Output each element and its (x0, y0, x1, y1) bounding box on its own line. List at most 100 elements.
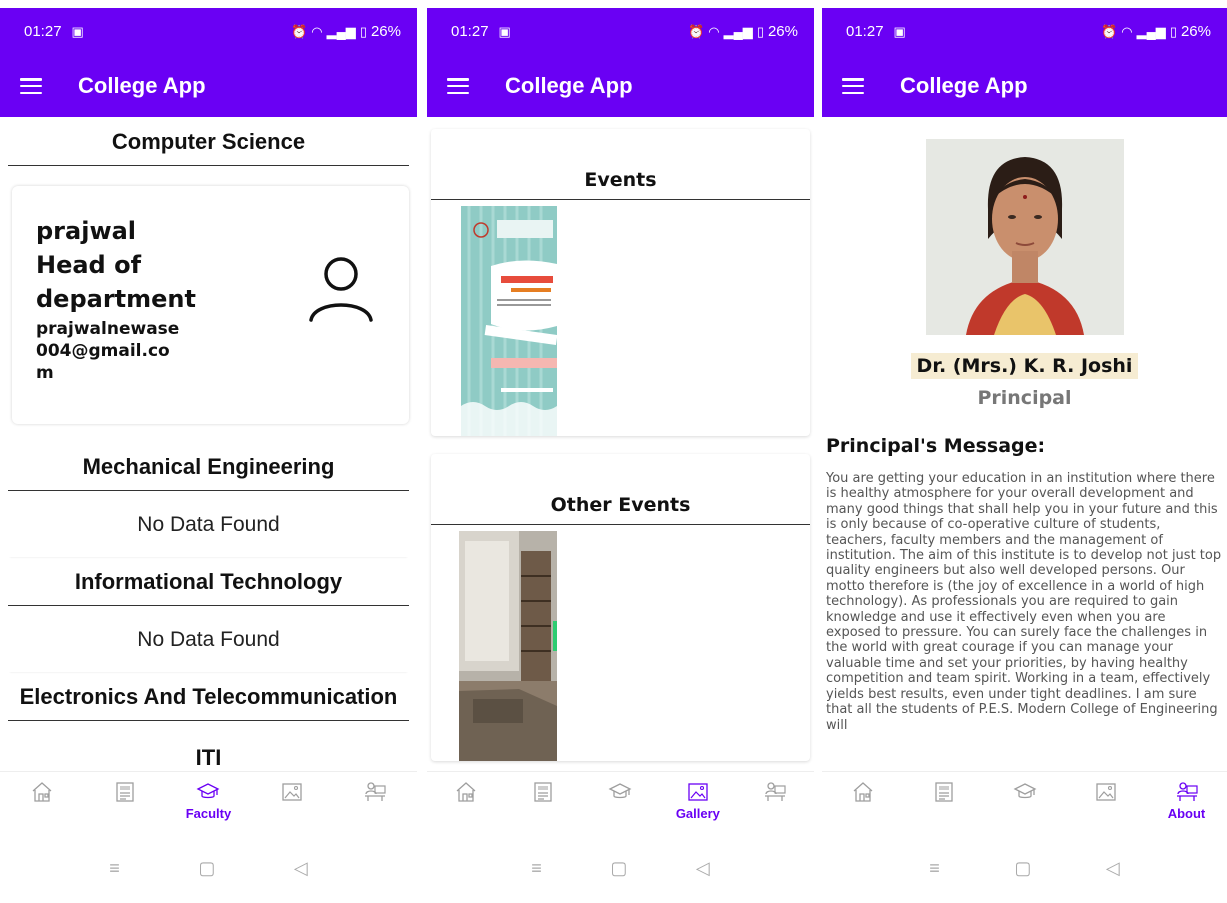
back-button[interactable]: ◁ (696, 858, 710, 879)
alarm-icon: ⏰ (688, 24, 705, 39)
home-button[interactable]: ▢ (610, 858, 627, 879)
gallery-section-title: Events (431, 129, 810, 200)
about-icon (363, 780, 387, 804)
faculty-icon (1013, 780, 1037, 804)
battery-icon: ▯ (1169, 24, 1177, 39)
signal-icon: ▂▄▆ (723, 24, 753, 39)
menu-icon[interactable] (20, 78, 42, 94)
nav-about-label: About (1167, 806, 1206, 821)
nav-faculty[interactable]: Faculty (178, 780, 238, 821)
principal-photo (925, 139, 1124, 335)
nav-about[interactable]: About (1157, 780, 1217, 821)
event-poster-image[interactable] (461, 206, 557, 436)
status-bar: 01:27 ▣ ⏰ ◠ ▂▄▆ ▯ 26% (427, 8, 814, 55)
nav-about[interactable] (345, 780, 405, 804)
wifi-icon: ◠ (1121, 24, 1133, 39)
home-button[interactable]: ▢ (198, 858, 215, 879)
battery-icon: ▯ (359, 24, 367, 39)
principal-name: Dr. (Mrs.) K. R. Joshi (910, 353, 1139, 379)
nav-gallery-label: Gallery (675, 806, 720, 821)
wifi-icon: ◠ (708, 24, 720, 39)
back-button[interactable]: ◁ (294, 858, 308, 879)
menu-icon[interactable] (447, 78, 469, 94)
no-data-message: No Data Found (8, 491, 409, 557)
notification-icon: ▣ (71, 24, 84, 39)
gallery-section: Events (431, 129, 810, 436)
nav-faculty-label: Faculty (185, 806, 232, 821)
status-time: 01:27 (451, 23, 489, 40)
home-icon (454, 780, 478, 804)
signal-icon: ▂▄▆ (326, 24, 356, 39)
app-bar: College App (0, 55, 417, 117)
nav-home[interactable] (833, 780, 893, 804)
faculty-screen: 01:27 ▣ ⏰ ◠ ▂▄▆ ▯ 26% College App Comput… (0, 8, 417, 903)
department-title: Electronics And Telecommunication (8, 672, 409, 721)
nav-about[interactable] (745, 780, 805, 804)
alarm-icon: ⏰ (1101, 24, 1118, 39)
gallery-section-title: Other Events (431, 454, 810, 525)
nav-home[interactable] (12, 780, 72, 804)
nav-gallery[interactable] (1076, 780, 1136, 804)
faculty-icon (608, 780, 632, 804)
faculty-list[interactable]: Computer Science prajwal Head of departm… (0, 117, 417, 771)
principal-role: Principal (977, 387, 1072, 409)
department-title: Computer Science (8, 117, 409, 166)
status-time: 01:27 (846, 23, 884, 40)
gallery-icon (280, 780, 304, 804)
message-body: You are getting your education in an ins… (826, 471, 1222, 733)
alarm-icon: ⏰ (291, 24, 308, 39)
system-navigation: ≡ ▢ ◁ (427, 833, 814, 903)
recent-apps-button[interactable]: ≡ (109, 858, 120, 879)
faculty-icon (196, 780, 220, 804)
nav-news[interactable] (95, 780, 155, 804)
notification-icon: ▣ (498, 24, 511, 39)
notification-icon: ▣ (893, 24, 906, 39)
about-icon (763, 780, 787, 804)
bottom-navigation: Faculty (0, 771, 417, 833)
nav-faculty[interactable] (590, 780, 650, 804)
app-title: College App (900, 73, 1028, 98)
bottom-navigation: Gallery (427, 771, 814, 833)
status-time: 01:27 (24, 23, 62, 40)
faculty-email: prajwalnewase004@gmail.com (36, 319, 180, 383)
status-bar: 01:27 ▣ ⏰ ◠ ▂▄▆ ▯ 26% (822, 8, 1227, 55)
faculty-card[interactable]: prajwal Head of department prajwalnewase… (12, 186, 409, 424)
app-bar: College App (822, 55, 1227, 117)
faculty-name: prajwal (36, 217, 137, 245)
menu-icon[interactable] (842, 78, 864, 94)
news-icon (932, 780, 956, 804)
news-icon (113, 780, 137, 804)
nav-gallery[interactable]: Gallery (668, 780, 728, 821)
nav-news[interactable] (513, 780, 573, 804)
department-title: ITI (195, 745, 222, 770)
gallery-icon (686, 780, 710, 804)
message-title: Principal's Message: (826, 435, 1046, 457)
gallery-icon (1094, 780, 1118, 804)
recent-apps-button[interactable]: ≡ (929, 858, 940, 879)
no-data-message: No Data Found (8, 606, 409, 672)
nav-gallery[interactable] (262, 780, 322, 804)
gallery-section: Other Events (431, 454, 810, 761)
back-button[interactable]: ◁ (1106, 858, 1120, 879)
signal-icon: ▂▄▆ (1136, 24, 1166, 39)
app-title: College App (505, 73, 633, 98)
about-screen: 01:27 ▣ ⏰ ◠ ▂▄▆ ▯ 26% College App Dr. (M… (822, 8, 1227, 903)
department-title: Mechanical Engineering (8, 442, 409, 491)
app-bar: College App (427, 55, 814, 117)
gallery-list[interactable]: Events Other Events (427, 117, 814, 771)
nav-home[interactable] (436, 780, 496, 804)
gallery-screen: 01:27 ▣ ⏰ ◠ ▂▄▆ ▯ 26% College App Events (427, 8, 814, 903)
bottom-navigation: About (822, 771, 1227, 833)
recent-apps-button[interactable]: ≡ (531, 858, 542, 879)
battery-icon: ▯ (756, 24, 764, 39)
nav-faculty[interactable] (995, 780, 1055, 804)
nav-news[interactable] (914, 780, 974, 804)
system-navigation: ≡ ▢ ◁ (0, 833, 417, 903)
battery-level: 26% (767, 23, 798, 40)
other-event-image[interactable] (459, 531, 557, 761)
about-content[interactable]: Dr. (Mrs.) K. R. Joshi Principal Princip… (822, 117, 1227, 771)
wifi-icon: ◠ (311, 24, 323, 39)
home-button[interactable]: ▢ (1014, 858, 1031, 879)
home-icon (851, 780, 875, 804)
system-navigation: ≡ ▢ ◁ (822, 833, 1227, 903)
